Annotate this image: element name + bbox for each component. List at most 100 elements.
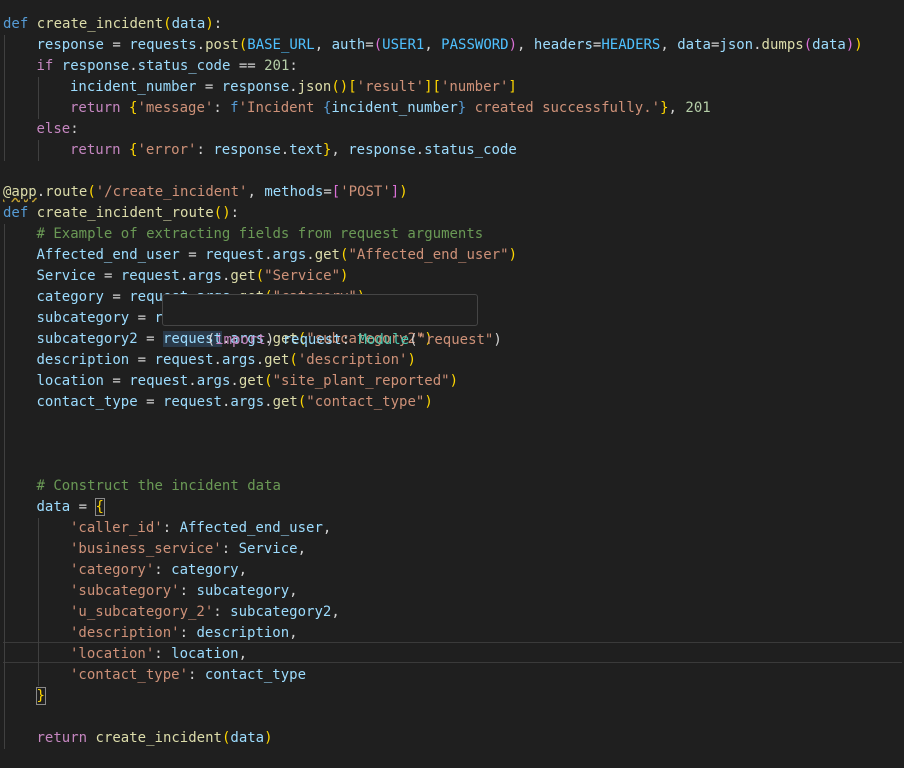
code-token: [ [432, 79, 441, 95]
code-token: . [264, 247, 273, 263]
code-line[interactable]: 'location': location, [70, 644, 247, 665]
code-line[interactable]: # Construct the incident data [37, 476, 281, 497]
code-token: : [162, 520, 180, 536]
code-token: 'number' [440, 79, 509, 95]
code-token: text [289, 142, 323, 158]
indent-guide [4, 371, 5, 392]
code-token: ] [424, 79, 433, 95]
code-token: dumps [761, 37, 804, 53]
code-token: auth [331, 37, 366, 53]
code-line[interactable]: 'caller_id': Affected_end_user, [70, 518, 331, 539]
code-line[interactable]: Affected_end_user = request.args.get("Af… [37, 245, 518, 266]
indent-guide [4, 518, 5, 539]
code-line[interactable]: return create_incident(data) [37, 728, 273, 749]
code-line[interactable]: def create_incident(data): [3, 14, 222, 35]
code-token: = [196, 79, 222, 95]
code-token: ( [373, 37, 383, 53]
code-token: 'subcategory' [70, 583, 180, 599]
hover-symbol-name: request [282, 332, 342, 348]
code-token: ] [508, 79, 517, 95]
code-token: : [179, 625, 197, 641]
code-token: subcategory [196, 583, 290, 599]
code-line[interactable]: 'contact_type': contact_type [70, 665, 306, 686]
code-line[interactable]: response = requests.post(BASE_URL, auth=… [37, 35, 863, 56]
code-token: . [753, 37, 762, 53]
indent-guide [4, 707, 5, 728]
indent-guide [4, 308, 5, 329]
indent-guide [4, 560, 5, 581]
indent-guide [4, 350, 5, 371]
code-line[interactable]: 'category': category, [70, 560, 247, 581]
code-token: contact_type [36, 394, 138, 410]
code-token: args [230, 394, 265, 410]
code-token: return [36, 730, 88, 746]
code-line[interactable]: data = { [36, 497, 106, 518]
code-token: } [457, 100, 467, 116]
code-token: , [517, 37, 534, 53]
code-token: response [348, 142, 416, 158]
code-line[interactable]: Service = request.args.get("Service") [37, 266, 349, 287]
code-token: get [238, 373, 265, 389]
code-token: args [188, 268, 222, 284]
indent-guide [4, 119, 5, 140]
code-line[interactable]: # Example of extracting fields from requ… [37, 224, 484, 245]
code-token: data [36, 499, 71, 515]
code-token: 'error' [137, 142, 197, 158]
code-token: contact_type [204, 667, 307, 683]
code-token: . [415, 142, 425, 158]
code-token: , [289, 625, 298, 641]
code-line[interactable]: 'business_service': Service, [70, 539, 306, 560]
code-line[interactable]: else: [37, 119, 79, 140]
code-token: , [668, 100, 686, 116]
indent-guide [4, 392, 5, 413]
code-line[interactable]: 'u_subcategory_2': subcategory2, [70, 602, 340, 623]
code-token: create_incident [95, 730, 222, 746]
code-token: 'business_service' [70, 541, 222, 557]
code-token: request [120, 268, 180, 284]
code-token: # Example of extracting fields from requ… [36, 226, 484, 242]
code-line[interactable]: def create_incident_route(): [3, 203, 239, 224]
code-token: : [221, 541, 239, 557]
indent-guide [4, 455, 5, 476]
code-token: ) [340, 268, 349, 284]
code-token: . [36, 184, 46, 200]
code-editor[interactable]: def create_incident(data): response = req… [0, 0, 904, 768]
code-line[interactable]: } [35, 686, 46, 707]
code-line[interactable]: return {'error': response.text}, respons… [70, 140, 517, 161]
code-token: get [314, 247, 340, 263]
hover-tooltip: (import) request: Module("request") [162, 294, 502, 348]
code-token: = [129, 310, 155, 326]
code-line[interactable]: location = request.args.get("site_plant_… [37, 371, 459, 392]
code-token: ) [399, 184, 408, 200]
code-token: if [36, 58, 54, 74]
code-token: : [213, 16, 223, 32]
code-line[interactable]: incident_number = response.json()['resul… [70, 77, 517, 98]
code-token: [ [331, 184, 341, 200]
code-token: = [70, 499, 96, 515]
code-line[interactable]: 'subcategory': subcategory, [70, 581, 298, 602]
indent-guide [4, 287, 5, 308]
code-token: post [205, 37, 239, 53]
indent-guide [4, 224, 5, 245]
code-token: = [137, 394, 163, 410]
code-token: ( [238, 37, 248, 53]
code-line[interactable]: contact_type = request.args.get("contact… [37, 392, 433, 413]
code-token: , [424, 37, 442, 53]
code-token: . [289, 79, 298, 95]
code-token: Service [238, 541, 298, 557]
indent-guide [4, 266, 5, 287]
code-line[interactable]: @app.route('/create_incident', methods=[… [3, 182, 408, 203]
code-line[interactable]: if response.status_code == 201: [37, 56, 298, 77]
code-token: "site_plant_reported" [272, 373, 450, 389]
indent-guide [37, 518, 39, 539]
indent-guide [4, 644, 5, 665]
code-line[interactable]: 'description': description, [70, 623, 298, 644]
indent-guide [37, 98, 39, 119]
code-token: ) [424, 394, 433, 410]
code-token: 'u_subcategory_2' [70, 604, 214, 620]
code-line[interactable]: return {'message': f'Incident {incident_… [70, 98, 711, 119]
indent-guide [4, 623, 5, 644]
code-token: , [331, 142, 349, 158]
code-token: data [171, 16, 206, 32]
